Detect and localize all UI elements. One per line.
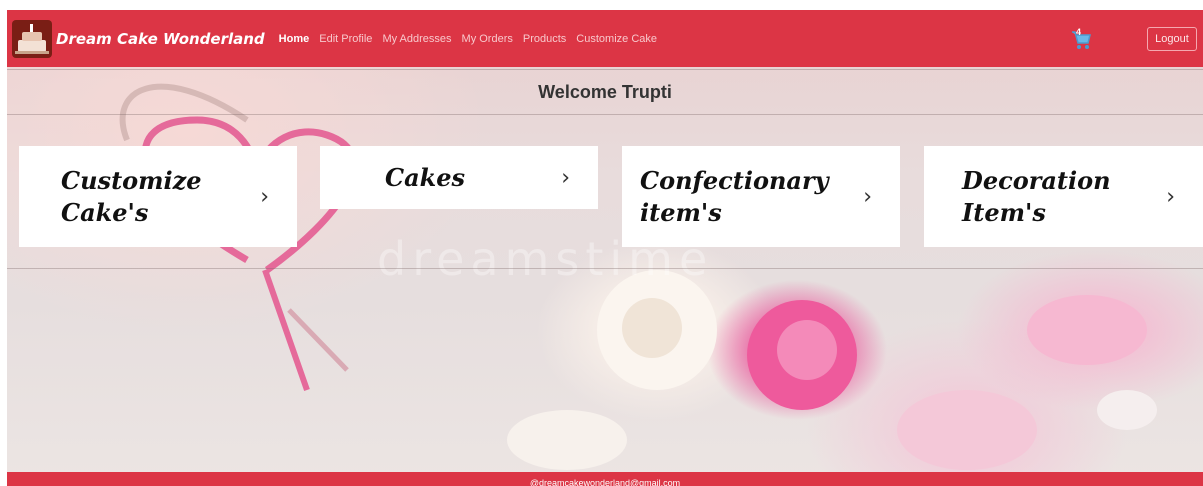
nav-home[interactable]: Home bbox=[279, 33, 310, 45]
card-label: Decoration Item's bbox=[962, 165, 1111, 227]
logout-button[interactable]: Logout bbox=[1147, 27, 1197, 51]
brand[interactable]: Dream Cake Wonderland bbox=[12, 19, 265, 58]
nav-customize-cake[interactable]: Customize Cake bbox=[576, 33, 657, 45]
chevron-right-icon: › bbox=[260, 184, 269, 209]
page-frame: dreamstime Dream Cake Wonderland Home Ed… bbox=[7, 10, 1203, 486]
nav-my-addresses[interactable]: My Addresses bbox=[382, 33, 451, 45]
cart-button[interactable]: 4 bbox=[1070, 27, 1092, 50]
cart-count-badge: 4 bbox=[1076, 27, 1082, 37]
nav-products[interactable]: Products bbox=[523, 33, 566, 45]
welcome-heading: Welcome Trupti bbox=[538, 82, 672, 102]
cake-logo-icon bbox=[12, 19, 52, 58]
card-decoration-items[interactable]: Decoration Item's › bbox=[924, 146, 1203, 247]
divider-bottom bbox=[7, 268, 1203, 269]
navbar: Dream Cake Wonderland Home Edit Profile … bbox=[7, 10, 1203, 67]
nav-links: Home Edit Profile My Addresses My Orders… bbox=[279, 33, 667, 45]
divider-welcome bbox=[7, 114, 1203, 115]
nav-my-orders[interactable]: My Orders bbox=[462, 33, 513, 45]
chevron-right-icon: › bbox=[561, 165, 570, 190]
card-cakes[interactable]: Cakes › bbox=[320, 146, 598, 209]
chevron-right-icon: › bbox=[1166, 184, 1175, 209]
divider-top bbox=[7, 69, 1203, 70]
card-customize-cake[interactable]: Customize Cake's › bbox=[19, 146, 297, 247]
brand-name: Dream Cake Wonderland bbox=[56, 29, 265, 48]
card-label: Customize Cake's bbox=[61, 165, 202, 227]
card-label: Confectionary item's bbox=[640, 165, 829, 227]
chevron-right-icon: › bbox=[863, 184, 872, 209]
footer-email: @dreamcakewonderland@gmail.com bbox=[529, 478, 681, 486]
card-confectionary-items[interactable]: Confectionary item's › bbox=[622, 146, 900, 247]
card-label: Cakes bbox=[385, 162, 466, 192]
nav-edit-profile[interactable]: Edit Profile bbox=[319, 33, 372, 45]
footer: @dreamcakewonderland@gmail.com bbox=[7, 472, 1203, 486]
